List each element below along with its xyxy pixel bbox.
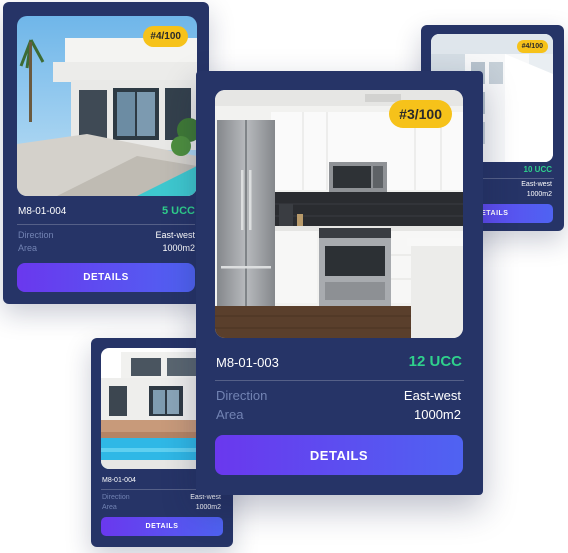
area-label: Area [216, 407, 244, 422]
edition-badge: #3/100 [389, 100, 452, 128]
details-button[interactable]: DETAILS [215, 435, 463, 475]
direction-value: East-west [190, 494, 221, 501]
area-label: Area [102, 504, 117, 511]
direction-label: Direction [18, 230, 54, 240]
details-button[interactable]: DETAILS [17, 263, 195, 292]
edition-badge: #4/100 [516, 40, 548, 53]
details-button[interactable]: DETAILS [101, 517, 223, 536]
property-card-villa: #4/100 M8-01-004 5 UCC Direction East-we… [3, 2, 209, 304]
property-code: M8-01-004 [102, 477, 136, 484]
edition-badge: #4/100 [143, 26, 188, 47]
area-value: 1000m2 [526, 191, 552, 198]
property-price: 5 UCC [161, 205, 195, 217]
property-price: 12 UCC [408, 353, 462, 370]
direction-value: East-west [155, 230, 195, 240]
direction-value: East-west [403, 388, 461, 403]
card-divider [215, 380, 464, 381]
property-price: 10 UCC [523, 165, 552, 174]
property-card-kitchen: #3/100 M8-01-003 12 UCC Direction East-w… [196, 71, 483, 495]
direction-label: Direction [102, 494, 130, 501]
direction-value: East-west [521, 181, 552, 188]
property-photo-kitchen: #3/100 [215, 90, 463, 338]
direction-label: Direction [216, 388, 268, 403]
listing-showcase: #4/100 M8-01-004 5 UCC Direction East-we… [0, 0, 568, 553]
area-label: Area [18, 243, 38, 253]
property-photo-villa: #4/100 [17, 16, 197, 196]
property-code: M8-01-004 [18, 206, 67, 217]
area-value: 1000m2 [162, 243, 195, 253]
card-divider [17, 224, 195, 225]
area-value: 1000m2 [195, 504, 221, 511]
area-value: 1000m2 [414, 407, 461, 422]
property-code: M8-01-003 [216, 355, 279, 370]
